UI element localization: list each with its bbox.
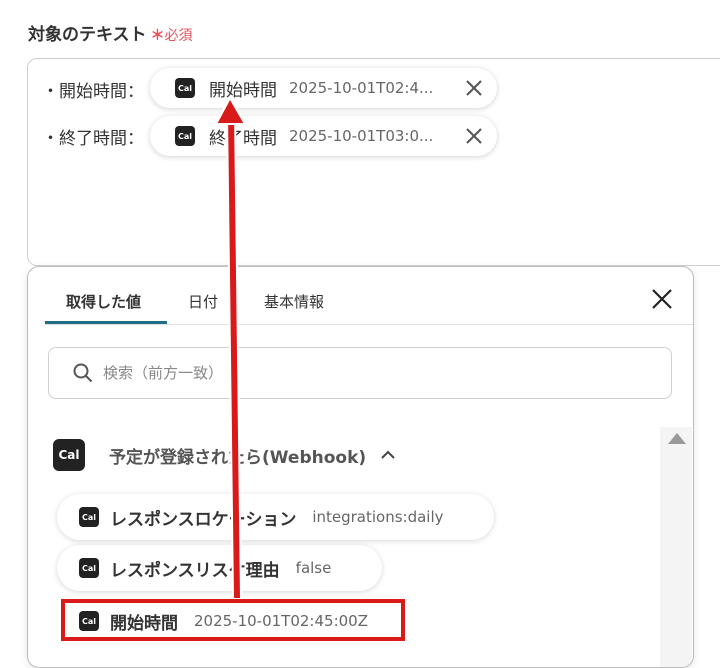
field-label-text: 対象のテキスト xyxy=(28,25,147,45)
item-name: レスポンスロケーション xyxy=(110,509,297,530)
chip-name: 開始時間 xyxy=(209,80,277,101)
tab-date[interactable]: 日付 xyxy=(188,291,218,312)
field-label: 対象のテキスト ＊必須 xyxy=(28,20,193,45)
line-label-start: ・開始時間： xyxy=(42,82,144,102)
variable-chip-end-time[interactable]: Cal 終了時間 2025-10-01T03:0... xyxy=(150,116,497,156)
variable-chip-start-time[interactable]: Cal 開始時間 2025-10-01T02:4... xyxy=(150,68,497,108)
close-icon[interactable] xyxy=(463,125,485,147)
cal-icon: Cal xyxy=(175,78,195,98)
cal-icon: Cal xyxy=(79,507,99,527)
close-icon[interactable] xyxy=(651,288,673,310)
close-icon[interactable] xyxy=(463,77,485,99)
item-name: レスポンスリスケ理由 xyxy=(110,560,280,581)
item-value: false xyxy=(295,559,332,577)
list-item-response-reschedule-reason[interactable]: Cal レスポンスリスケ理由 false xyxy=(57,545,382,591)
annotation-highlight-box xyxy=(61,599,405,641)
chevron-up-icon[interactable] xyxy=(380,450,396,460)
item-value: integrations:daily xyxy=(312,508,444,526)
search-icon xyxy=(73,363,93,383)
chip-value: 2025-10-01T02:4... xyxy=(289,79,434,97)
scrollbar[interactable] xyxy=(660,427,692,667)
line-label-end: ・終了時間： xyxy=(42,129,144,149)
list-item-response-location[interactable]: Cal レスポンスロケーション integrations:daily xyxy=(57,494,494,540)
required-badge: ＊必須 xyxy=(151,28,193,44)
tab-divider xyxy=(45,324,693,325)
cal-icon: Cal xyxy=(53,439,85,471)
tab-acquired-values[interactable]: 取得した値 xyxy=(66,291,141,312)
cal-icon: Cal xyxy=(175,126,195,146)
group-title: 予定が登録されたら(Webhook) xyxy=(109,447,367,468)
group-header[interactable]: Cal 予定が登録されたら(Webhook) xyxy=(53,439,396,471)
chip-value: 2025-10-01T03:0... xyxy=(289,127,434,145)
tab-basic-info[interactable]: 基本情報 xyxy=(264,291,324,312)
active-tab-indicator xyxy=(45,321,167,324)
scroll-up-icon[interactable] xyxy=(668,433,686,444)
search-box[interactable] xyxy=(48,347,672,399)
required-star: ＊ xyxy=(150,28,165,44)
chip-name: 終了時間 xyxy=(209,128,277,149)
cal-icon: Cal xyxy=(79,558,99,578)
search-input[interactable] xyxy=(101,363,625,383)
required-text: 必須 xyxy=(164,28,193,44)
